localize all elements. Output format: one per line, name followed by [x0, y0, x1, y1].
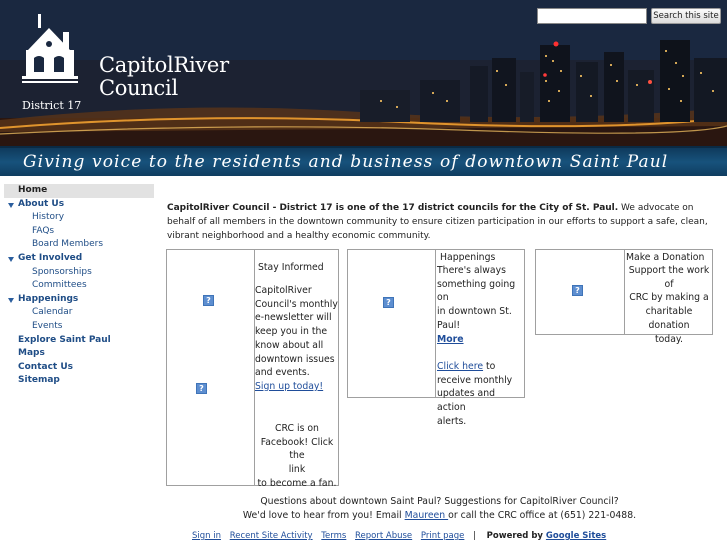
sidebar-item-label: FAQs	[32, 225, 55, 236]
disclosure-triangle-icon[interactable]	[8, 297, 14, 303]
report-abuse-link[interactable]: Report Abuse	[355, 531, 412, 541]
google-sites-link[interactable]: Google Sites	[546, 531, 606, 541]
sign-up-link[interactable]: Sign up today!	[255, 381, 323, 392]
sidebar-item-home[interactable]: Home	[4, 184, 154, 198]
org-name-line1: CapitolRiver	[99, 53, 229, 77]
print-page-link[interactable]: Print page	[421, 531, 464, 541]
donation-text: Support the work of CRC by making a charit…	[628, 265, 710, 345]
sidebar-item-label: History	[32, 212, 65, 223]
sidebar-item-label: Happenings	[18, 293, 79, 304]
broken-image-icon: ?	[196, 383, 207, 394]
site-tagline: Giving voice to the residents and busine…	[23, 152, 669, 172]
broken-image-icon: ?	[572, 285, 583, 296]
sidebar-item-contact-us[interactable]: Contact Us	[4, 361, 154, 375]
stay-informed-heading: Stay Informed	[258, 262, 324, 273]
sidebar-item-label: Maps	[18, 348, 45, 359]
sign-in-link[interactable]: Sign in	[192, 531, 221, 541]
box-divider	[435, 250, 436, 397]
sidebar-item-happenings[interactable]: Happenings	[4, 293, 154, 307]
org-name-line2: Council	[99, 76, 178, 100]
sidebar-item-sitemap[interactable]: Sitemap	[4, 374, 154, 388]
sidebar-item-label: Committees	[32, 280, 87, 291]
sidebar-item-about-us[interactable]: About Us	[4, 198, 154, 212]
district-label: District 17	[22, 99, 82, 112]
sidebar-item-committees[interactable]: Committees	[4, 279, 154, 293]
donation-box: ? Make a Donation Support the work of CRC…	[535, 249, 713, 345]
sidebar-item-label: Home	[18, 185, 48, 195]
happenings-box: ? Happenings There's always something goi…	[347, 249, 525, 427]
sidebar-item-get-involved[interactable]: Get Involved	[4, 252, 154, 266]
footer-bar: Sign in Recent Site Activity Terms Repor…	[192, 531, 606, 541]
recent-activity-link[interactable]: Recent Site Activity	[230, 531, 313, 541]
sidebar-item-faqs[interactable]: FAQs	[4, 225, 154, 239]
email-maureen-link[interactable]: Maureen	[405, 510, 449, 521]
disclosure-triangle-icon[interactable]	[8, 202, 14, 208]
footer-separator: |	[473, 531, 476, 541]
donation-heading: Make a Donation	[626, 252, 705, 263]
intro-bold: CapitolRiver Council - District 17 is on…	[167, 203, 619, 213]
tagline-banner: Giving voice to the residents and busine…	[0, 146, 727, 176]
powered-by-label: Powered by	[486, 531, 546, 541]
sidebar-item-label: Sponsorships	[32, 266, 92, 277]
more-link[interactable]: More	[437, 334, 464, 345]
sidebar-item-label: About Us	[18, 198, 65, 209]
sidebar-item-history[interactable]: History	[4, 211, 154, 225]
intro-paragraph: CapitolRiver Council - District 17 is on…	[167, 201, 712, 244]
sidebar-item-label: Calendar	[32, 307, 73, 318]
facebook-text: CRC is on Facebook! Click the link to becom…	[257, 423, 337, 489]
happenings-heading: Happenings	[440, 252, 496, 263]
disclosure-triangle-icon[interactable]	[8, 256, 14, 262]
stay-informed-text: CapitolRiver Council's monthly e-newslette…	[255, 285, 338, 392]
stay-informed-box: ? ? Stay Informed CapitolRiver Council's …	[166, 249, 339, 489]
sidebar-item-label: Explore Saint Paul	[18, 334, 111, 345]
sidebar-item-label: Events	[32, 320, 63, 331]
broken-image-icon: ?	[203, 295, 214, 306]
sidebar-item-label: Contact Us	[18, 361, 74, 372]
site-header: District 17 CapitolRiver Council Search …	[0, 0, 727, 146]
sidebar-item-calendar[interactable]: Calendar	[4, 306, 154, 320]
sidebar-item-maps[interactable]: Maps	[4, 347, 154, 361]
sidebar-item-label: Board Members	[32, 239, 104, 250]
search-input[interactable]	[537, 8, 647, 24]
footer-question: Questions about downtown Saint Paul? Sug…	[260, 496, 619, 507]
sidebar-item-explore-saint-paul[interactable]: Explore Saint Paul	[4, 334, 154, 348]
terms-link[interactable]: Terms	[321, 531, 346, 541]
footer-contact-text: Questions about downtown Saint Paul? Sug…	[167, 495, 712, 523]
search-button[interactable]: Search this site	[651, 8, 721, 24]
click-here-link[interactable]: Click here	[437, 361, 483, 372]
sidebar-item-label: Sitemap	[18, 375, 60, 386]
happenings-text: There's always something going on in downt…	[437, 265, 516, 427]
sidebar-item-label: Get Involved	[18, 252, 83, 263]
sidebar-item-events[interactable]: Events	[4, 320, 154, 334]
sidebar-item-sponsorships[interactable]: Sponsorships	[4, 266, 154, 280]
council-logo-icon	[22, 14, 78, 83]
sidebar-item-board-members[interactable]: Board Members	[4, 238, 154, 252]
broken-image-icon: ?	[383, 297, 394, 308]
sidebar-nav: Home About Us History FAQs Board Members…	[4, 184, 154, 388]
